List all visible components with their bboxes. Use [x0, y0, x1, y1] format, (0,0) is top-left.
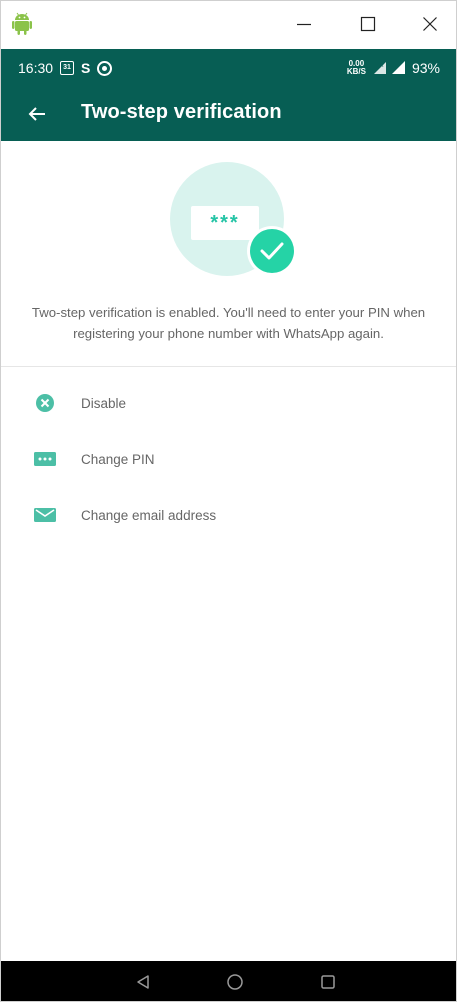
- window-title-bar: [1, 1, 456, 49]
- disable-button[interactable]: Disable: [1, 377, 456, 429]
- verification-illustration: ***: [170, 162, 297, 276]
- change-pin-button[interactable]: Change PIN: [1, 433, 456, 485]
- nav-recent-button[interactable]: [317, 971, 339, 993]
- svg-text:R: R: [380, 63, 384, 69]
- app-bar: Two-step verification: [1, 87, 456, 141]
- cancel-circle-icon: [33, 391, 57, 415]
- close-icon: [423, 17, 437, 31]
- change-email-label: Change email address: [81, 507, 217, 523]
- minimize-icon: [297, 23, 311, 26]
- change-email-button[interactable]: Change email address: [1, 489, 456, 541]
- android-icon: [12, 12, 32, 35]
- change-pin-label: Change PIN: [81, 451, 155, 467]
- navigation-bar: [1, 961, 456, 1001]
- nav-back-icon: [137, 975, 149, 989]
- envelope-icon: [33, 503, 57, 527]
- network-speed: 0.00 KB/S: [347, 60, 366, 76]
- nav-home-icon: [227, 974, 243, 990]
- calendar-icon: 31: [60, 61, 75, 75]
- battery-level: 93%: [411, 60, 440, 76]
- sync-icon: [97, 60, 113, 76]
- check-badge: [250, 229, 294, 273]
- maximize-icon: [360, 16, 376, 32]
- maximize-button[interactable]: [353, 11, 383, 37]
- nav-back-button[interactable]: [132, 971, 154, 993]
- nav-home-button[interactable]: [224, 971, 246, 993]
- pin-mask: ***: [210, 212, 239, 234]
- close-button[interactable]: [415, 11, 445, 37]
- network-speed-unit: KB/S: [346, 67, 366, 76]
- s-icon: S: [81, 60, 91, 76]
- page-title: Two-step verification: [81, 101, 282, 123]
- verification-description: Two-step verification is enabled. You'll…: [31, 305, 426, 341]
- arrow-left-icon: [28, 107, 45, 121]
- pin-dots-icon: [33, 447, 57, 471]
- divider: [1, 366, 456, 367]
- status-time: 16:30: [18, 60, 54, 76]
- minimize-button[interactable]: [289, 11, 319, 37]
- disable-label: Disable: [81, 395, 127, 411]
- nav-recent-icon: [321, 975, 335, 989]
- signal-icon: R: [373, 61, 405, 74]
- back-button[interactable]: [23, 101, 51, 127]
- status-bar: 16:30 31 S 0.00 KB/S R 93%: [1, 49, 456, 87]
- app-window: 16:30 31 S 0.00 KB/S R 93% Two-step veri…: [0, 0, 457, 1002]
